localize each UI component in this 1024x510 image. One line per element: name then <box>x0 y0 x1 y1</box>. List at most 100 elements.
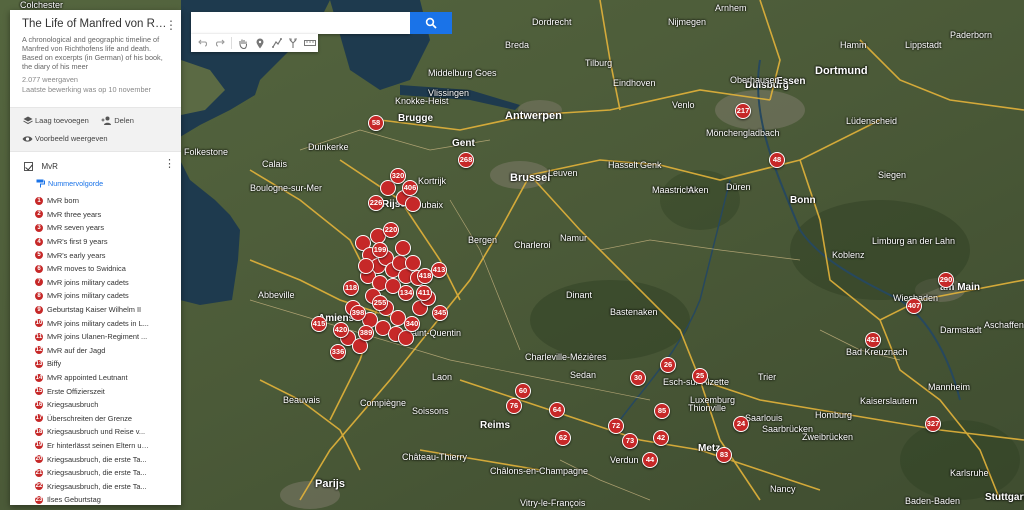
map-marker[interactable]: 415 <box>311 316 327 332</box>
map-marker[interactable]: 25 <box>692 368 708 384</box>
undo-icon[interactable] <box>195 35 212 51</box>
map-marker[interactable] <box>398 330 414 346</box>
numbered-marker-icon: 10 <box>34 318 44 329</box>
add-layer-button[interactable]: Laag toevoegen <box>22 115 89 127</box>
search-input[interactable] <box>191 12 410 34</box>
layer-item[interactable]: 7 MvR joins military cadets <box>34 276 181 290</box>
layer-item[interactable]: 22 Kriegsausbruch, die erste Ta... <box>34 479 181 493</box>
layer-item[interactable]: 5 MvR's early years <box>34 248 181 262</box>
layer-item[interactable]: 2 MvR three years <box>34 208 181 222</box>
map-marker[interactable]: 398 <box>350 305 366 321</box>
hand-icon[interactable] <box>235 35 252 51</box>
ruler-icon[interactable] <box>301 35 318 51</box>
map-marker[interactable] <box>358 258 374 274</box>
layer-item[interactable]: 23 Ilses Geburtstag <box>34 493 181 505</box>
layer-item[interactable]: 20 Kriegsausbruch, die erste Ta... <box>34 452 181 466</box>
map-marker[interactable]: 118 <box>343 280 359 296</box>
map-marker[interactable]: 327 <box>925 416 941 432</box>
map-marker[interactable]: 217 <box>735 103 751 119</box>
layer-options-icon[interactable]: ⋮ <box>164 157 175 170</box>
map-marker[interactable]: 418 <box>417 268 433 284</box>
layer-item[interactable]: 9 Geburtstag Kaiser Wilhelm II <box>34 303 181 317</box>
layer-name[interactable]: MvR <box>41 162 57 171</box>
layer-item-label: MvR's early years <box>47 250 106 260</box>
marker-icon[interactable] <box>252 35 269 51</box>
layer-item[interactable]: 15 Erste Offizierszeit <box>34 384 181 398</box>
map-marker[interactable]: 199 <box>372 242 388 258</box>
map-marker[interactable]: 268 <box>458 152 474 168</box>
layer-item[interactable]: 19 Er hinterlässt seinen Eltern un... <box>34 439 181 453</box>
layer-item[interactable]: 16 Kriegsausbruch <box>34 398 181 412</box>
layer-item[interactable]: 3 MvR seven years <box>34 221 181 235</box>
numbered-marker-icon: 20 <box>34 454 44 465</box>
layer-item[interactable]: 14 MvR appointed Leutnant <box>34 371 181 385</box>
map-marker[interactable]: 64 <box>549 402 565 418</box>
map-marker[interactable]: 290 <box>938 272 954 288</box>
map-marker[interactable]: 58 <box>368 115 384 131</box>
layer-item[interactable]: 21 Kriegsausbruch, die erste Ta... <box>34 466 181 480</box>
map-marker[interactable]: 72 <box>608 418 624 434</box>
map-marker[interactable]: 24 <box>733 416 749 432</box>
map-marker[interactable]: 406 <box>402 180 418 196</box>
layer-item-label: Kriegsausbruch <box>47 400 99 410</box>
layer-item-label: Kriegsausbruch und Reise v... <box>47 427 146 437</box>
map-marker[interactable]: 421 <box>865 332 881 348</box>
search-icon <box>425 17 437 29</box>
share-button[interactable]: Delen <box>101 115 134 127</box>
map-marker[interactable]: 407 <box>906 298 922 314</box>
map-marker[interactable]: 134 <box>398 285 414 301</box>
layer-item-label: Überschreiten der Grenze <box>47 413 133 423</box>
layer-item[interactable]: 18 Kriegsausbruch und Reise v... <box>34 425 181 439</box>
map-marker[interactable]: 220 <box>383 222 399 238</box>
map-marker[interactable]: 413 <box>431 262 447 278</box>
map-marker[interactable]: 389 <box>358 325 374 341</box>
redo-icon[interactable] <box>212 35 229 51</box>
map-marker[interactable]: 255 <box>372 295 388 311</box>
map-marker[interactable]: 226 <box>368 195 384 211</box>
search-button[interactable] <box>410 12 452 34</box>
route-icon[interactable] <box>285 35 302 51</box>
layer-item[interactable]: 11 MvR joins Ulanen-Regiment ... <box>34 330 181 344</box>
map-marker[interactable]: 30 <box>630 370 646 386</box>
map-marker[interactable]: 44 <box>642 452 658 468</box>
layer-item[interactable]: 13 Biffy <box>34 357 181 371</box>
layer-visibility-checkbox[interactable] <box>24 162 33 172</box>
numbered-marker-icon: 11 <box>34 331 44 342</box>
map-marker[interactable] <box>405 255 421 271</box>
map-marker[interactable]: 62 <box>555 430 571 446</box>
layer-item-label: Kriegsausbruch, die erste Ta... <box>47 481 147 491</box>
map-marker[interactable]: 60 <box>515 383 531 399</box>
map-description[interactable]: A chronological and geographic timeline … <box>22 35 171 71</box>
layer-item-label: Er hinterlässt seinen Eltern un... <box>47 440 151 450</box>
map-marker[interactable]: 48 <box>769 152 785 168</box>
layer-item[interactable]: 10 MvR joins military cadets in L... <box>34 316 181 330</box>
line-icon[interactable] <box>268 35 285 51</box>
map-marker[interactable]: 26 <box>660 357 676 373</box>
layer-item[interactable]: 6 MvR moves to Swidnica <box>34 262 181 276</box>
map-marker[interactable]: 42 <box>653 430 669 446</box>
map-marker[interactable]: 73 <box>622 433 638 449</box>
layer-item[interactable]: 12 MvR auf der Jagd <box>34 344 181 358</box>
map-marker[interactable] <box>405 196 421 212</box>
numbered-marker-icon: 1 <box>34 195 44 206</box>
map-marker[interactable]: 411 <box>416 285 432 301</box>
add-layer-label: Laag toevoegen <box>35 115 89 125</box>
preview-button[interactable]: Voorbeeld weergeven <box>22 133 108 145</box>
map-marker[interactable]: 76 <box>506 398 522 414</box>
map-title[interactable]: The Life of Manfred von Richthofe... <box>22 18 167 30</box>
more-options-icon[interactable]: ⋮ <box>165 18 177 32</box>
map-marker[interactable]: 420 <box>333 322 349 338</box>
layer-item[interactable]: 1 MvR born <box>34 194 181 208</box>
layer-item[interactable]: 17 Überschreiten der Grenze <box>34 412 181 426</box>
map-toolbar <box>191 34 318 52</box>
layer-style-link[interactable]: Nummervolgorde <box>10 176 181 194</box>
layer-item[interactable]: 8 MvR joins military cadets <box>34 289 181 303</box>
map-marker[interactable]: 345 <box>432 305 448 321</box>
map-marker[interactable]: 83 <box>716 447 732 463</box>
layer-item[interactable]: 4 MvR's first 9 years <box>34 235 181 249</box>
map-marker[interactable]: 85 <box>654 403 670 419</box>
map-marker[interactable]: 340 <box>404 316 420 332</box>
map-marker[interactable]: 336 <box>330 344 346 360</box>
map-marker[interactable] <box>395 240 411 256</box>
layer-item-label: MvR three years <box>47 209 102 219</box>
